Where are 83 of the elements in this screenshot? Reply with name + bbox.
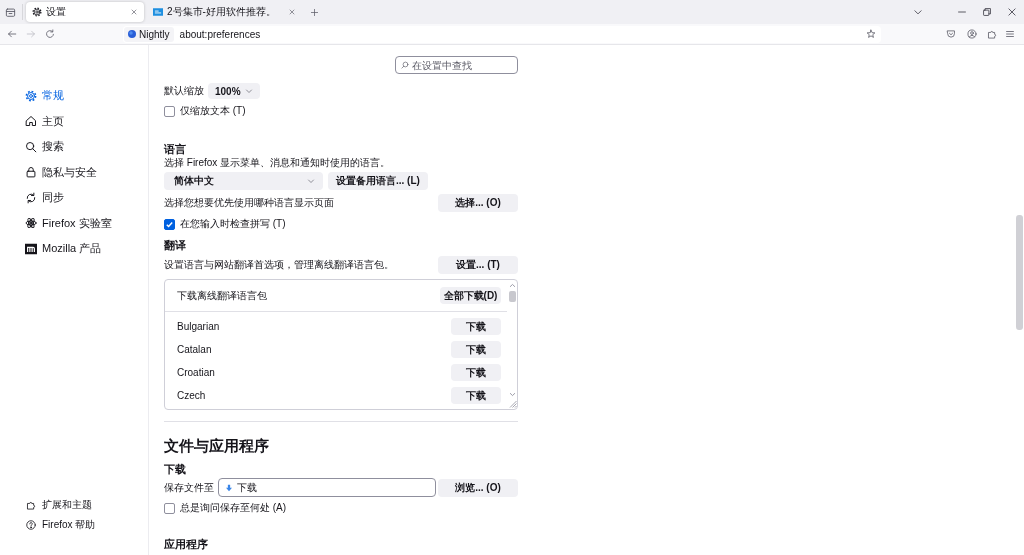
settings-button[interactable]: 设置... (T) bbox=[438, 256, 518, 274]
download-button[interactable]: 下载 bbox=[451, 364, 501, 381]
checkbox-label: 总是询问保存至何处 (A) bbox=[180, 501, 287, 515]
language-name: Bulgarian bbox=[177, 321, 220, 332]
sidebar-item[interactable]: Mozilla 产品 bbox=[25, 236, 102, 262]
checkbox-label: 仅缩放文本 (T) bbox=[180, 104, 246, 118]
chevron-down-icon bbox=[307, 177, 315, 185]
checkbox[interactable] bbox=[164, 105, 175, 117]
download-button[interactable]: 下载 bbox=[451, 341, 501, 358]
chevron-down-icon bbox=[244, 87, 253, 95]
list-title: 下载离线翻译语言包 bbox=[177, 288, 267, 303]
section-title: 文件与应用程序 bbox=[164, 436, 270, 456]
download-folder-field[interactable]: 下载 bbox=[218, 478, 436, 497]
setting-label: 保存文件至 bbox=[164, 480, 214, 495]
sidebar-item[interactable]: 同步 bbox=[25, 185, 64, 211]
menu-icon[interactable] bbox=[1005, 29, 1015, 39]
gear-icon bbox=[32, 7, 42, 17]
resize-grip-icon[interactable] bbox=[509, 400, 517, 408]
close-icon[interactable] bbox=[130, 8, 138, 16]
left-arrow-icon[interactable] bbox=[7, 29, 17, 39]
pocket-icon[interactable] bbox=[946, 29, 956, 39]
address-bar[interactable]: Nightly about:preferences bbox=[123, 25, 881, 43]
section-description: 选择 Firefox 显示菜单、消息和通知时使用的语言。 bbox=[164, 156, 392, 170]
language-dropdown[interactable]: 简体中文 bbox=[164, 172, 323, 190]
zoom-dropdown[interactable]: 100% bbox=[208, 83, 260, 99]
choose-button[interactable]: 选择... (O) bbox=[438, 194, 518, 212]
box-icon[interactable] bbox=[5, 6, 16, 18]
sidebar-item[interactable]: 主页 bbox=[25, 108, 64, 134]
atom-icon bbox=[25, 217, 37, 230]
identity-button[interactable]: Nightly bbox=[124, 26, 174, 42]
chevron-down-icon[interactable] bbox=[913, 7, 923, 17]
up-caret-icon[interactable] bbox=[508, 282, 516, 289]
sidebar-item[interactable]: 搜索 bbox=[25, 134, 64, 160]
close-icon[interactable] bbox=[1007, 7, 1017, 17]
section-heading: 翻译 bbox=[164, 238, 187, 252]
browse-button[interactable]: 浏览... (O) bbox=[438, 478, 518, 497]
restore-icon[interactable] bbox=[982, 7, 992, 17]
lock-icon bbox=[25, 166, 37, 179]
language-name: Croatian bbox=[177, 367, 215, 378]
checkbox[interactable] bbox=[164, 218, 175, 230]
scrollbar-thumb[interactable] bbox=[1016, 215, 1023, 330]
search-icon bbox=[401, 61, 409, 69]
browser-tab[interactable]: 设置 bbox=[26, 2, 144, 22]
setting-label: 默认缩放 bbox=[164, 84, 204, 98]
download-all-button[interactable]: 全部下载(D) bbox=[440, 287, 501, 304]
puzzle-icon bbox=[26, 500, 36, 510]
sync-icon bbox=[25, 191, 37, 204]
section-heading: 应用程序 bbox=[164, 537, 209, 551]
help-icon bbox=[26, 520, 36, 530]
sidebar-item[interactable]: 隐私与安全 bbox=[25, 159, 97, 185]
gear-icon bbox=[25, 89, 37, 102]
scrollbar-thumb[interactable] bbox=[508, 291, 516, 302]
down-caret-icon[interactable] bbox=[508, 391, 516, 398]
section-heading: 下载 bbox=[164, 462, 187, 476]
search-field[interactable]: 在设置中查找 bbox=[395, 56, 518, 74]
search-icon bbox=[25, 140, 37, 153]
reload-icon[interactable] bbox=[45, 29, 55, 39]
star-icon[interactable] bbox=[866, 29, 876, 39]
checkbox[interactable] bbox=[164, 502, 175, 514]
puzzle-icon[interactable] bbox=[987, 29, 997, 39]
sidebar-item[interactable]: Firefox 实验室 bbox=[25, 210, 112, 236]
alternative-languages-button[interactable]: 设置备用语言... (L) bbox=[328, 172, 428, 190]
section-heading: 语言 bbox=[164, 142, 187, 156]
account-icon[interactable] bbox=[967, 29, 977, 39]
home-icon bbox=[25, 115, 37, 128]
site-logo-icon bbox=[153, 7, 163, 17]
download-arrow-icon bbox=[225, 483, 233, 492]
language-name: Catalan bbox=[177, 344, 212, 355]
checkbox-label: 在您输入时检查拼写 (T) bbox=[180, 217, 286, 231]
browser-tab[interactable]: 2号集市-好用软件推荐。 bbox=[147, 2, 302, 22]
square-logo-icon bbox=[25, 242, 37, 255]
language-name: Czech bbox=[177, 390, 206, 401]
sidebar-item[interactable]: 常规 bbox=[25, 83, 64, 109]
download-button[interactable]: 下载 bbox=[451, 318, 501, 335]
sidebar-link[interactable]: 扩展和主题 bbox=[26, 495, 92, 515]
checkmark-icon bbox=[165, 219, 174, 229]
circle-logo-icon bbox=[128, 30, 136, 38]
download-button[interactable]: 下载 bbox=[451, 387, 501, 404]
sidebar-link[interactable]: Firefox 帮助 bbox=[26, 515, 96, 535]
setting-label: 选择您想要优先使用哪种语言显示页面 bbox=[164, 196, 334, 210]
plus-icon[interactable] bbox=[309, 7, 319, 17]
close-icon[interactable] bbox=[287, 8, 296, 16]
section-description: 设置语言与网站翻译首选项，管理离线翻译语言包。 bbox=[164, 258, 394, 272]
